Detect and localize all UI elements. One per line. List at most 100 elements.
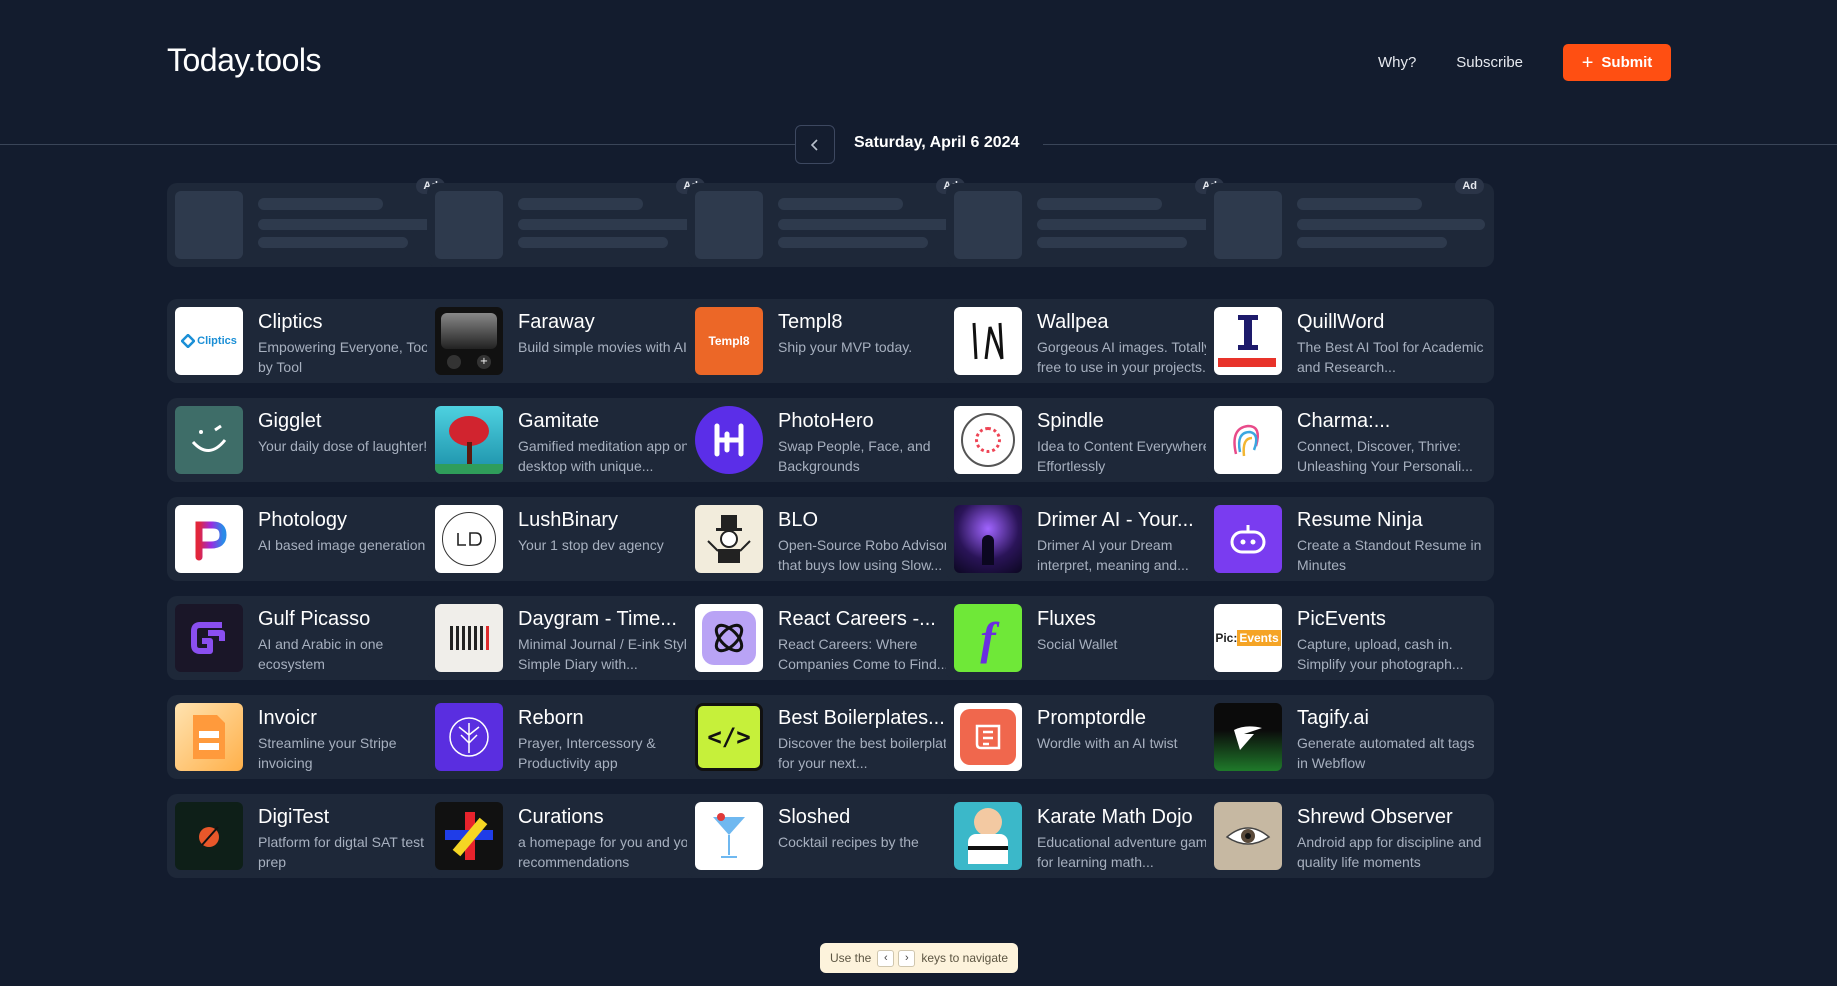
tool-card[interactable]: Charma:... Connect, Discover, Thrive: Un… — [1206, 398, 1494, 482]
ad-placeholder-line — [778, 219, 966, 230]
ad-card[interactable]: Ad — [687, 178, 975, 267]
tool-card[interactable]: LushBinary Your 1 stop dev agency — [427, 497, 715, 581]
invoicr-logo-icon — [175, 703, 243, 771]
tool-description: Prayer, Intercessory & Productivity app — [518, 735, 656, 771]
tool-name: PhotoHero — [778, 410, 874, 432]
tool-description: Gorgeous AI images. Totally free to use … — [1037, 339, 1212, 375]
tool-card[interactable]: QuillWord The Best AI Tool for Academic … — [1206, 299, 1494, 383]
tool-card[interactable]: Wallpea Gorgeous AI images. Totally free… — [946, 299, 1234, 383]
templ8-logo-icon: Templ8 — [695, 307, 763, 375]
why-link[interactable]: Why? — [1378, 54, 1416, 71]
tool-card[interactable]: f Fluxes Social Wallet — [946, 596, 1234, 680]
curations-logo-icon — [435, 802, 503, 870]
karate-math-dojo-logo-icon — [954, 802, 1022, 870]
tool-name: BLO — [778, 509, 819, 531]
site-header: Today.tools Why? Subscribe + Submit — [0, 0, 1837, 110]
tool-card[interactable]: Curations a homepage for you and your re… — [427, 794, 715, 878]
tool-name: Gigglet — [258, 410, 322, 432]
tool-card[interactable]: Resume Ninja Create a Standout Resume in… — [1206, 497, 1494, 581]
ad-placeholder-line — [258, 219, 446, 230]
boilerplates-logo-icon: </> — [695, 703, 763, 771]
tool-card[interactable]: Karate Math Dojo Educational adventure g… — [946, 794, 1234, 878]
tool-card[interactable]: Gamitate Gamified meditation app on desk… — [427, 398, 715, 482]
ad-placeholder-image — [175, 191, 243, 259]
tool-card[interactable]: Gigglet Your daily dose of laughter! — [167, 398, 455, 482]
tool-description: Wordle with an AI twist — [1037, 735, 1178, 751]
tool-description: Streamline your Stripe invoicing — [258, 735, 397, 771]
blo-logo-icon — [695, 505, 763, 573]
tool-card[interactable]: Shrewd Observer Android app for discipli… — [1206, 794, 1494, 878]
tool-description: Empowering Everyone, Tool by Tool — [258, 339, 433, 375]
photohero-logo-icon — [695, 406, 763, 474]
keyboard-hint: Use the ‹ › keys to navigate — [820, 943, 1018, 973]
reborn-logo-icon — [435, 703, 503, 771]
tool-name: Reborn — [518, 707, 584, 729]
tool-name: PicEvents — [1297, 608, 1386, 630]
tool-card[interactable]: PhotoHero Swap People, Face, and Backgro… — [687, 398, 975, 482]
tool-name: Curations — [518, 806, 604, 828]
picevents-logo-icon: Pic: Events — [1214, 604, 1282, 672]
tool-card[interactable]: Daygram - Time... Minimal Journal / E-in… — [427, 596, 715, 680]
tool-card[interactable]: Tagify.ai Generate automated alt tags in… — [1206, 695, 1494, 779]
spindle-logo-icon — [954, 406, 1022, 474]
ad-placeholder-image — [695, 191, 763, 259]
tool-card[interactable]: Pic: Events PicEvents Capture, upload, ca… — [1206, 596, 1494, 680]
tool-card[interactable]: DigiTest Platform for digtal SAT test pr… — [167, 794, 455, 878]
tool-card[interactable]: Promptordle Wordle with an AI twist — [946, 695, 1234, 779]
tool-name: Charma:... — [1297, 410, 1391, 432]
divider — [0, 144, 795, 145]
ad-card[interactable]: Ad — [1206, 178, 1494, 267]
ad-placeholder-line — [1297, 198, 1422, 210]
tool-card[interactable]: Sloshed Cocktail recipes by the — [687, 794, 975, 878]
tool-card[interactable]: Spindle Idea to Content Everywhere, Effo… — [946, 398, 1234, 482]
tool-name: DigiTest — [258, 806, 330, 828]
ad-card[interactable]: Ad — [427, 178, 715, 267]
tool-name: Resume Ninja — [1297, 509, 1423, 531]
tool-card[interactable]: React Careers -... React Careers: Where … — [687, 596, 975, 680]
tool-name: Invoicr — [258, 707, 317, 729]
tool-card[interactable]: </> Best Boilerplates... Discover the be… — [687, 695, 975, 779]
tool-card[interactable]: + Faraway Build simple movies with AI — [427, 299, 715, 383]
tool-name: Tagify.ai — [1297, 707, 1369, 729]
tool-description: Swap People, Face, and Backgrounds — [778, 438, 931, 474]
sloshed-logo-icon — [695, 802, 763, 870]
tool-card[interactable]: Gulf Picasso AI and Arabic in one ecosys… — [167, 596, 455, 680]
ad-placeholder-line — [518, 198, 643, 210]
tool-description: Discover the best boilerplate for your n… — [778, 735, 955, 771]
submit-button[interactable]: + Submit — [1563, 44, 1671, 81]
tool-card[interactable]: Reborn Prayer, Intercessory & Productivi… — [427, 695, 715, 779]
tool-card[interactable]: Templ8 Templ8 Ship your MVP today. — [687, 299, 975, 383]
divider — [1043, 144, 1837, 145]
tool-card[interactable]: Photology AI based image generation — [167, 497, 455, 581]
previous-day-button[interactable] — [795, 125, 835, 164]
fluxes-logo-icon: f — [954, 604, 1022, 672]
tool-name: Sloshed — [778, 806, 851, 828]
tool-description: Cocktail recipes by the — [778, 834, 919, 850]
chevron-left-icon — [810, 138, 818, 151]
react-careers-logo-icon — [695, 604, 763, 672]
cliptics-wordmark: Cliptics — [197, 335, 237, 347]
tool-description: Create a Standout Resume in Minutes — [1297, 537, 1482, 573]
tool-card[interactable]: Cliptics Cliptics Empowering Everyone, T… — [167, 299, 455, 383]
tool-name: Gulf Picasso — [258, 608, 371, 630]
picevents-wordmark-b: Events — [1237, 630, 1281, 646]
ad-card[interactable]: Ad — [167, 178, 455, 267]
tool-description: Android app for discipline and quality l… — [1297, 834, 1482, 870]
tool-name: Photology — [258, 509, 347, 531]
tool-card[interactable]: Invoicr Streamline your Stripe invoicing — [167, 695, 455, 779]
resume-ninja-logo-icon — [1214, 505, 1282, 573]
tool-card[interactable]: Drimer AI - Your... Drimer AI your Dream… — [946, 497, 1234, 581]
tool-card[interactable]: BLO Open-Source Robo Advisor that buys l… — [687, 497, 975, 581]
tool-description: Idea to Content Everywhere, Effortlessly — [1037, 438, 1215, 474]
quillword-logo-icon — [1214, 307, 1282, 375]
site-logo[interactable]: Today.tools — [167, 42, 322, 79]
tool-description: Gamified meditation app on desktop with … — [518, 438, 690, 474]
ad-card[interactable]: Ad — [946, 178, 1234, 267]
photology-logo-icon — [175, 505, 243, 573]
templ8-wordmark: Templ8 — [695, 307, 763, 375]
gigglet-logo-icon — [175, 406, 243, 474]
ad-badge: Ad — [1455, 178, 1484, 194]
subscribe-link[interactable]: Subscribe — [1456, 54, 1523, 71]
tool-description: Your 1 stop dev agency — [518, 537, 664, 553]
ad-placeholder-image — [954, 191, 1022, 259]
